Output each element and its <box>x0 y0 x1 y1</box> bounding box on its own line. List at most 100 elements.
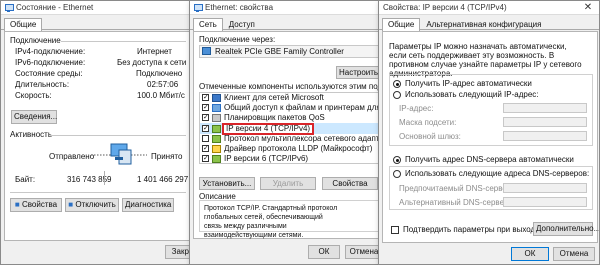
bytes-divider <box>104 171 105 185</box>
ipv4-ok-button[interactable]: ОК <box>511 247 549 261</box>
ipv6-label: IPv6-подключение: <box>15 58 86 67</box>
ipv4-label: IPv4-подключение: <box>15 47 86 56</box>
manual-ip-radio[interactable] <box>393 91 401 99</box>
ipv4-intro-text: Параметры IP можно назначать автоматичес… <box>389 42 582 78</box>
qos-icon <box>212 114 221 122</box>
subnet-mask-label: Маска подсети: <box>399 118 457 127</box>
share-icon <box>212 104 221 112</box>
component-item-lldp[interactable]: ✓ Драйвер протокола LLDP (Майкрософт) <box>200 144 378 154</box>
protocol-icon <box>212 125 221 133</box>
component-checkbox[interactable]: ✓ <box>202 125 209 132</box>
component-item-share[interactable]: ✓ Общий доступ к файлам и принтерам для … <box>200 103 384 113</box>
component-item-qos[interactable]: ✓ Планировщик пакетов QoS <box>200 113 378 123</box>
diagnostics-button[interactable]: Диагностика <box>122 198 174 212</box>
tab-alternate-config[interactable]: Альтернативная конфигурация <box>420 18 547 29</box>
status-window-title: Состояние - Ethernet <box>16 3 94 12</box>
component-label: Общий доступ к файлам и принтерам для се… <box>224 103 384 112</box>
bytes-received: 1 401 466 297 <box>137 175 189 184</box>
protocol-icon <box>212 155 221 163</box>
component-checkbox[interactable]: ✓ <box>202 155 209 162</box>
tab-ipv4-general[interactable]: Общие <box>382 18 421 31</box>
component-checkbox[interactable]: ✓ <box>202 104 209 111</box>
manual-ip-label[interactable]: Использовать следующий IP-адрес: <box>405 90 539 99</box>
gateway-field[interactable] <box>503 131 587 141</box>
alternate-dns-label: Альтернативный DNS-сервер: <box>399 198 511 207</box>
disable-button[interactable]: ■ Отключить <box>65 198 119 212</box>
ipv6-value: Без доступа к сети <box>117 58 187 67</box>
components-label: Отмеченные компоненты используются этим … <box>199 82 384 91</box>
ipv4-tabs: Общие Альтернативная конфигурация <box>379 18 599 31</box>
ethernet-ok-button[interactable]: ОК <box>308 245 340 259</box>
media-state-value: Подключено <box>136 69 183 78</box>
validate-label[interactable]: Подтвердить параметры при выходе <box>403 225 540 234</box>
tab-access[interactable]: Доступ <box>223 18 261 29</box>
ipv4-window-title: Свойства: IP версии 4 (TCP/IPv4) <box>383 3 507 12</box>
driver-icon <box>212 145 221 153</box>
bytes-label: Байт: <box>15 175 36 184</box>
network-icon <box>4 3 14 12</box>
status-properties-button[interactable]: ■ Свойства <box>10 198 62 212</box>
speed-label: Скорость: <box>15 91 52 100</box>
close-icon[interactable]: ✕ <box>577 1 599 15</box>
component-item-client[interactable]: ✓ Клиент для сетей Microsoft <box>200 93 378 103</box>
ip-address-field[interactable] <box>503 103 587 113</box>
component-label: Драйвер протокола LLDP (Майкрософт) <box>224 144 373 153</box>
ipv4-properties-window: Свойства: IP версии 4 (TCP/IPv4) ✕ Общие… <box>378 0 600 265</box>
auto-ip-radio[interactable] <box>393 80 401 88</box>
component-checkbox[interactable]: ✓ <box>202 145 209 152</box>
manual-dns-label[interactable]: Использовать следующие адреса DNS-сервер… <box>405 169 589 178</box>
preferred-dns-label: Предпочитаемый DNS-сервер: <box>399 184 514 193</box>
manual-dns-radio[interactable] <box>393 170 401 178</box>
component-item-multiplexor[interactable]: Протокол мультиплексора сетевого адаптер… <box>200 134 384 144</box>
remove-button[interactable]: Удалить <box>260 177 316 190</box>
adapter-icon <box>202 47 211 55</box>
subnet-mask-field[interactable] <box>503 117 587 127</box>
ipv4-cancel-button[interactable]: Отмена <box>553 247 595 261</box>
validate-checkbox[interactable] <box>391 226 399 234</box>
adapter-box: Realtek PCIe GBE Family Controller <box>199 45 379 58</box>
advanced-button[interactable]: Дополнительно... <box>533 222 599 236</box>
install-button[interactable]: Установить... <box>199 177 255 190</box>
protocol-icon <box>212 135 221 143</box>
component-label: Планировщик пакетов QoS <box>224 113 325 122</box>
disable-label: Отключить <box>75 200 116 209</box>
ipv4-value: Интернет <box>137 47 172 56</box>
gateway-label: Основной шлюз: <box>399 132 461 141</box>
auto-dns-radio[interactable] <box>393 156 401 164</box>
details-button[interactable]: Сведения... <box>11 110 57 124</box>
component-item-ipv6[interactable]: ✓ IP версии 6 (TCP/IPv6) <box>200 154 378 164</box>
status-properties-label: Свойства <box>21 200 58 209</box>
preferred-dns-field[interactable] <box>503 183 587 193</box>
connection-divider <box>61 41 186 42</box>
configure-button[interactable]: Настроить... <box>336 66 384 79</box>
ethernet-tabs: Сеть Доступ <box>190 18 384 31</box>
alternate-dns-field[interactable] <box>503 197 587 207</box>
component-label: IP версии 6 (TCP/IPv6) <box>224 154 309 163</box>
ethernet-titlebar[interactable]: Ethernet: свойства <box>190 1 384 15</box>
component-item-ipv4[interactable]: ✓ IP версии 4 (TCP/IPv4) <box>200 123 378 135</box>
network-icon <box>193 3 203 12</box>
network-activity-icon <box>91 143 147 165</box>
component-checkbox[interactable]: ✓ <box>202 114 209 121</box>
ipv4-titlebar[interactable]: Свойства: IP версии 4 (TCP/IPv4) ✕ <box>379 1 599 15</box>
tab-network[interactable]: Сеть <box>193 18 223 31</box>
tab-general[interactable]: Общие <box>4 18 43 31</box>
status-titlebar[interactable]: Состояние - Ethernet <box>1 1 193 15</box>
auto-dns-label[interactable]: Получить адрес DNS-сервера автоматически <box>405 155 574 164</box>
ipv4-panel: Параметры IP можно назначать автоматичес… <box>382 31 599 243</box>
auto-ip-label[interactable]: Получить IP-адрес автоматически <box>405 79 532 88</box>
component-properties-button[interactable]: Свойства <box>322 177 378 190</box>
media-state-label: Состояние среды: <box>15 69 83 78</box>
status-panel: Подключение IPv4-подключение: Интернет I… <box>4 31 190 241</box>
client-icon <box>212 94 221 102</box>
component-checkbox-unchecked[interactable] <box>202 135 209 142</box>
component-label: Клиент для сетей Microsoft <box>224 93 324 102</box>
components-list: ✓ Клиент для сетей Microsoft ✓ Общий дос… <box>199 92 384 164</box>
shield-icon: ■ <box>68 200 74 209</box>
ethernet-panel: Подключение через: Realtek PCIe GBE Fami… <box>193 31 384 239</box>
status-tabs: Общие <box>1 18 193 31</box>
duration-value: 02:57:06 <box>147 80 179 89</box>
component-checkbox[interactable]: ✓ <box>202 94 209 101</box>
ethernet-properties-window: Ethernet: свойства Сеть Доступ Подключен… <box>189 0 385 265</box>
ethernet-window-title: Ethernet: свойства <box>205 3 274 12</box>
